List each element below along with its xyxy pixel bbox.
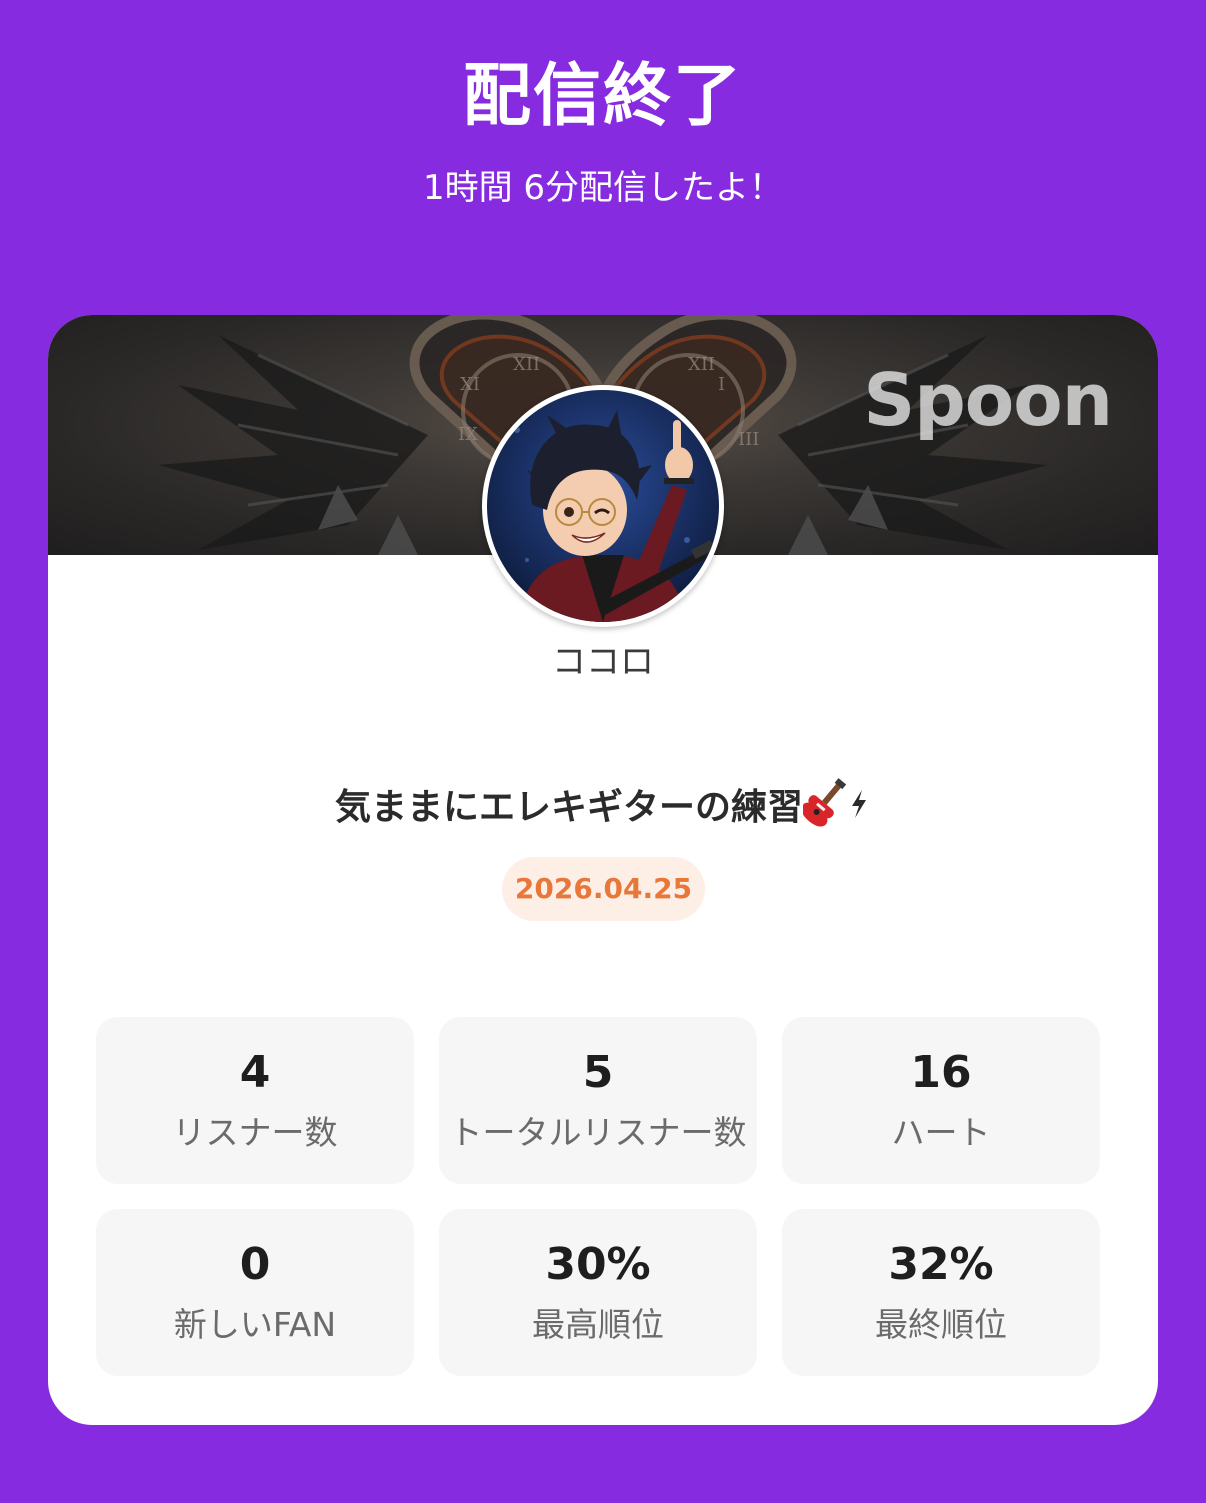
stream-title: 気ままにエレキギターの練習 <box>48 777 1158 841</box>
stat-value: 16 <box>910 1047 972 1098</box>
username: ココロ <box>552 642 654 682</box>
stat-tile-final-rank: 32% 最終順位 <box>782 1209 1100 1376</box>
stat-tile-listeners: 4 リスナー数 <box>96 1017 414 1184</box>
stat-label: ハート <box>891 1113 991 1152</box>
stat-label: 新しいFAN <box>173 1305 337 1344</box>
stat-label: 最高順位 <box>532 1305 664 1344</box>
svg-text:XI: XI <box>460 374 480 395</box>
stat-value: 0 <box>239 1239 271 1290</box>
stat-tile-hearts: 16 ハート <box>782 1017 1100 1184</box>
avatar <box>482 385 724 627</box>
stat-label: リスナー数 <box>172 1113 338 1152</box>
guitar-icon <box>801 777 847 841</box>
page-title: 配信終了 <box>462 57 743 136</box>
lightning-icon <box>847 784 871 834</box>
stat-value: 30% <box>545 1239 651 1290</box>
stream-summary-card: XI IX XII I III XII Spoon ココロ 気ままにエレキギター… <box>48 315 1158 1425</box>
stat-value: 4 <box>239 1047 271 1098</box>
stat-label: トータルリスナー数 <box>449 1113 747 1152</box>
stat-tile-total-listeners: 5 トータルリスナー数 <box>439 1017 757 1184</box>
svg-text:XII: XII <box>513 354 540 375</box>
stat-value: 32% <box>888 1239 994 1290</box>
stream-title-text: 気ままにエレキギターの練習 <box>334 787 803 828</box>
spoon-logo: Spoon <box>863 358 1113 442</box>
svg-text:I: I <box>718 374 725 395</box>
svg-text:XII: XII <box>688 354 715 375</box>
stream-date-badge: 2026.04.25 <box>502 857 705 921</box>
svg-text:IX: IX <box>458 424 478 445</box>
stat-label: 最終順位 <box>875 1305 1007 1344</box>
avatar-image <box>487 390 719 622</box>
stats-grid: 4 リスナー数 5 トータルリスナー数 16 ハート 0 新しいFAN 30% … <box>96 1017 1100 1376</box>
svg-text:III: III <box>738 429 759 450</box>
stream-duration: 1時間 6分配信したよ！ <box>422 168 784 208</box>
stat-tile-new-fans: 0 新しいFAN <box>96 1209 414 1376</box>
stat-value: 5 <box>582 1047 614 1098</box>
stat-tile-highest-rank: 30% 最高順位 <box>439 1209 757 1376</box>
